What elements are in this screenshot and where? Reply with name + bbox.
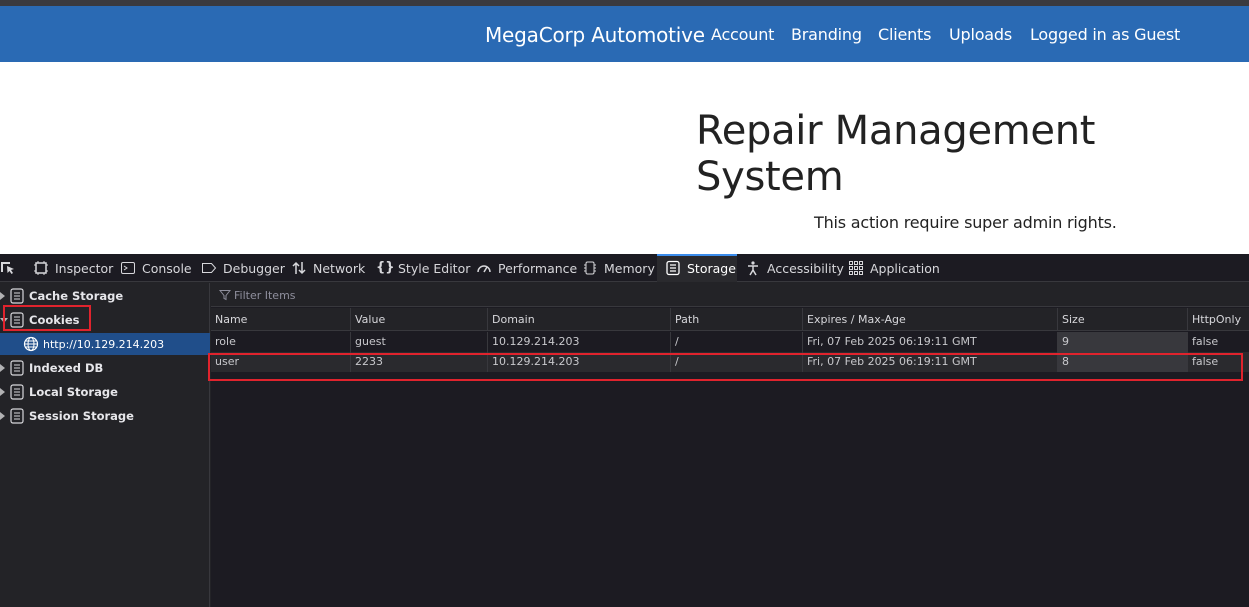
accessibility-icon (748, 261, 758, 276)
cell-path[interactable]: / (670, 352, 802, 372)
cell-domain[interactable]: 10.129.214.203 (487, 332, 670, 352)
nav-account[interactable]: Account (711, 25, 774, 44)
column-header-domain[interactable]: Domain (487, 308, 670, 331)
nav-clients[interactable]: Clients (878, 25, 931, 44)
debugger-icon (202, 263, 217, 273)
tab-memory[interactable]: Memory (582, 254, 655, 282)
tab-debugger[interactable]: Debugger (201, 254, 285, 282)
cell-httponly[interactable]: false (1187, 352, 1249, 372)
cell-httponly[interactable]: false (1187, 332, 1249, 352)
braces-icon: {} (376, 260, 395, 275)
cell-name[interactable]: user (211, 352, 350, 372)
storage-icon (10, 288, 24, 304)
storage-icon (10, 408, 24, 424)
column-header-size[interactable]: Size (1057, 308, 1187, 331)
cell-domain[interactable]: 10.129.214.203 (487, 352, 670, 372)
sidebar-item-local-storage[interactable]: Local Storage (0, 381, 210, 403)
tab-performance[interactable]: Performance (476, 254, 577, 282)
storage-icon (666, 260, 680, 276)
inspector-icon (34, 261, 48, 275)
expand-arrow-icon[interactable] (0, 292, 5, 300)
globe-icon (23, 336, 39, 352)
cell-value[interactable]: guest (350, 332, 487, 352)
filter-items-input[interactable] (234, 286, 834, 304)
cell-size[interactable]: 8 (1057, 352, 1187, 372)
column-header-value[interactable]: Value (350, 308, 487, 331)
column-header-name[interactable]: Name (211, 308, 350, 331)
tab-application[interactable]: Application (848, 254, 940, 282)
tab-inspector[interactable]: Inspector (33, 254, 113, 282)
filter-bar (211, 283, 1249, 307)
tab-style-editor[interactable]: {} Style Editor (376, 254, 470, 282)
permission-message: This action require super admin rights. (814, 213, 1117, 232)
column-header-path[interactable]: Path (670, 308, 802, 331)
element-picker-icon (1, 262, 14, 274)
cookie-host-item[interactable]: http://10.129.214.203 (0, 333, 210, 355)
sidebar-item-cache-storage[interactable]: Cache Storage (0, 285, 210, 307)
table-header: Name Value Domain Path Expires / Max-Age… (211, 308, 1249, 331)
page-title: Repair Management System (696, 108, 1096, 200)
memory-chip-icon (584, 261, 596, 275)
navbar: MegaCorp Automotive Account Branding Cli… (0, 6, 1249, 62)
expand-arrow-icon[interactable] (0, 412, 5, 420)
storage-icon (10, 312, 24, 328)
tab-network[interactable]: Network (291, 254, 365, 282)
filter-funnel-icon (219, 290, 231, 301)
application-grid-icon (849, 261, 863, 275)
network-icon (292, 261, 306, 275)
column-header-httponly[interactable]: HttpOnly (1187, 308, 1249, 331)
nav-branding[interactable]: Branding (791, 25, 862, 44)
cell-name[interactable]: role (211, 332, 350, 352)
cell-expires[interactable]: Fri, 07 Feb 2025 06:19:11 GMT (802, 352, 1057, 372)
element-picker-button[interactable] (0, 254, 22, 282)
tab-storage[interactable]: Storage (657, 254, 737, 282)
storage-sidebar: Cache Storage Cookies http://10.129.214.… (0, 283, 210, 607)
tab-accessibility[interactable]: Accessibility (745, 254, 844, 282)
devtools-panel: Inspector Console Debugger Network {} St… (0, 254, 1249, 607)
nav-uploads[interactable]: Uploads (949, 25, 1012, 44)
sidebar-item-indexed-db[interactable]: Indexed DB (0, 357, 210, 379)
cell-size[interactable]: 9 (1057, 332, 1187, 352)
table-row[interactable]: role guest 10.129.214.203 / Fri, 07 Feb … (211, 332, 1249, 352)
cell-expires[interactable]: Fri, 07 Feb 2025 06:19:11 GMT (802, 332, 1057, 352)
expand-arrow-icon[interactable] (0, 364, 5, 372)
sidebar-item-session-storage[interactable]: Session Storage (0, 405, 210, 427)
storage-icon (10, 360, 24, 376)
nav-logged-in-user[interactable]: Logged in as Guest (1030, 25, 1180, 44)
cell-path[interactable]: / (670, 332, 802, 352)
column-header-expires[interactable]: Expires / Max-Age (802, 308, 1057, 331)
storage-icon (10, 384, 24, 400)
sidebar-item-cookies[interactable]: Cookies (0, 309, 210, 331)
cookies-table-panel: Name Value Domain Path Expires / Max-Age… (211, 283, 1249, 607)
collapse-arrow-icon[interactable] (0, 318, 8, 323)
performance-gauge-icon (477, 265, 491, 273)
console-icon (121, 262, 135, 274)
brand-logo[interactable]: MegaCorp Automotive (485, 23, 705, 47)
table-row[interactable]: user 2233 10.129.214.203 / Fri, 07 Feb 2… (211, 352, 1249, 372)
tab-console[interactable]: Console (120, 254, 192, 282)
devtools-toolbar: Inspector Console Debugger Network {} St… (0, 254, 1249, 282)
cell-value[interactable]: 2233 (350, 352, 487, 372)
expand-arrow-icon[interactable] (0, 388, 5, 396)
